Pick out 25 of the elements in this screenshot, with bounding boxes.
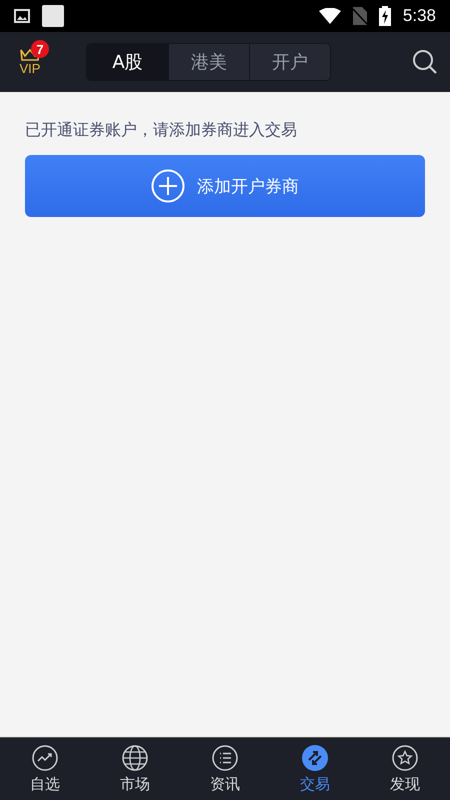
add-broker-button[interactable]: 添加开户券商 bbox=[25, 155, 425, 217]
market-tab[interactable]: 开户 bbox=[249, 44, 330, 80]
vip-label[interactable]: VIP bbox=[20, 62, 40, 76]
plus-circle-icon bbox=[151, 169, 185, 203]
battery-icon bbox=[378, 6, 391, 26]
nav-tab[interactable]: 发现 bbox=[360, 738, 450, 800]
market-tab[interactable]: 港美 bbox=[168, 44, 249, 80]
crown-icon bbox=[18, 46, 42, 62]
nav-tab[interactable]: 市场 bbox=[90, 738, 180, 800]
exchange-icon bbox=[302, 744, 328, 770]
square-icon bbox=[42, 5, 64, 27]
trend-chart-icon bbox=[32, 744, 58, 770]
nav-tab[interactable]: 资讯 bbox=[180, 738, 270, 800]
search-icon[interactable] bbox=[412, 49, 438, 75]
globe-icon bbox=[122, 744, 148, 770]
notification-badge: 7 bbox=[31, 40, 49, 58]
list-icon bbox=[212, 744, 238, 770]
wifi-icon bbox=[318, 8, 341, 24]
nav-tab[interactable]: 交易 bbox=[270, 738, 360, 800]
no-sim-icon bbox=[352, 7, 367, 25]
market-tab[interactable]: A股 bbox=[87, 44, 168, 80]
instruction-text: 已开通证券账户，请添加券商进入交易 bbox=[25, 120, 298, 141]
image-icon bbox=[14, 9, 30, 23]
nav-tab[interactable]: 自选 bbox=[0, 738, 90, 800]
status-time: 5:38 bbox=[402, 6, 436, 26]
